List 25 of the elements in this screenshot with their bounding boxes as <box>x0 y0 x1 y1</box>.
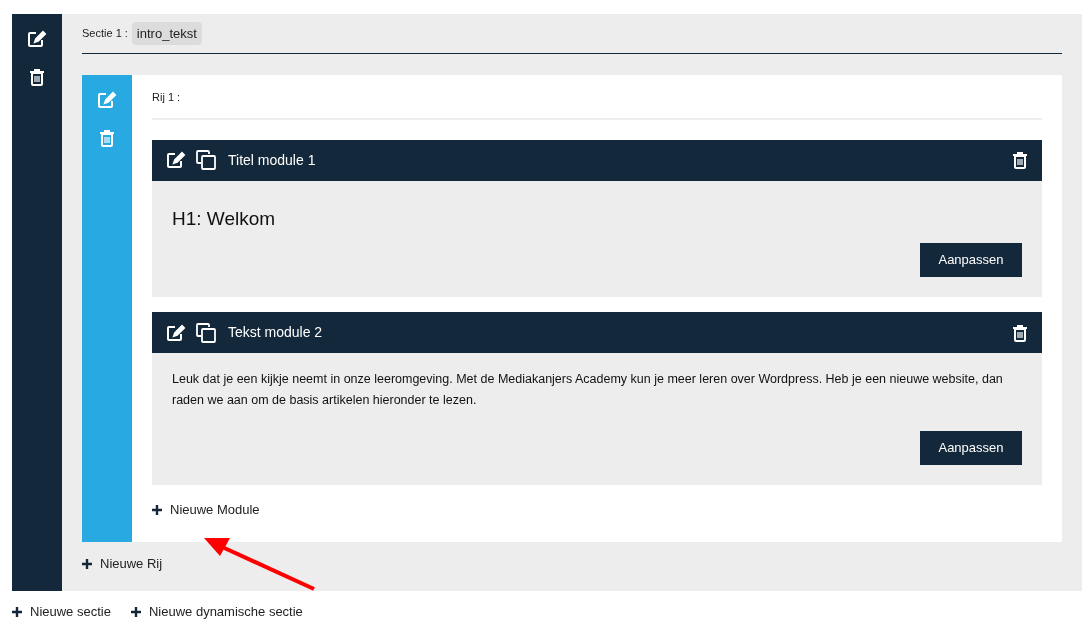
module-heading: H1: Welkom <box>172 206 277 231</box>
edit-icon[interactable] <box>166 323 186 342</box>
plus-icon <box>12 606 22 617</box>
copy-icon[interactable] <box>196 322 216 343</box>
module-text: Leuk dat je een kijkje neemt in onze leeromgeving. Met de Mediakanjers Academy kun je meer leren over Wordpress. Heb je een nieuwe website, dan raden we aan om de basis artikelen hieronder te lezen. <box>172 371 1004 409</box>
trash-icon[interactable] <box>1012 323 1028 342</box>
add-link[interactable]: Nieuwe Rij <box>82 554 1062 574</box>
aanpassen-button[interactable]: Aanpassen <box>920 243 1022 277</box>
section-label: Sectie 1 : <box>82 26 128 42</box>
aanpassen-button[interactable]: Aanpassen <box>920 431 1022 465</box>
add-link[interactable]: Nieuwe sectie <box>12 602 111 622</box>
trash-icon[interactable] <box>1012 151 1028 169</box>
add-link[interactable]: Nieuwe Module <box>152 500 1042 520</box>
copy-icon[interactable] <box>196 150 216 170</box>
add-link[interactable]: Nieuwe dynamische sectie <box>130 602 303 622</box>
row-label: Rij 1 : <box>152 75 1042 120</box>
edit-icon[interactable] <box>166 151 186 169</box>
module-title: Tekst module 2 <box>228 323 323 342</box>
plus-icon <box>152 504 162 515</box>
trash-icon[interactable] <box>29 68 45 86</box>
plus-icon <box>82 558 92 569</box>
module-title: Titel module 1 <box>228 150 316 170</box>
plus-icon <box>130 606 141 617</box>
section-name-tag: intro_tekst <box>131 21 202 46</box>
edit-icon[interactable] <box>27 30 47 48</box>
